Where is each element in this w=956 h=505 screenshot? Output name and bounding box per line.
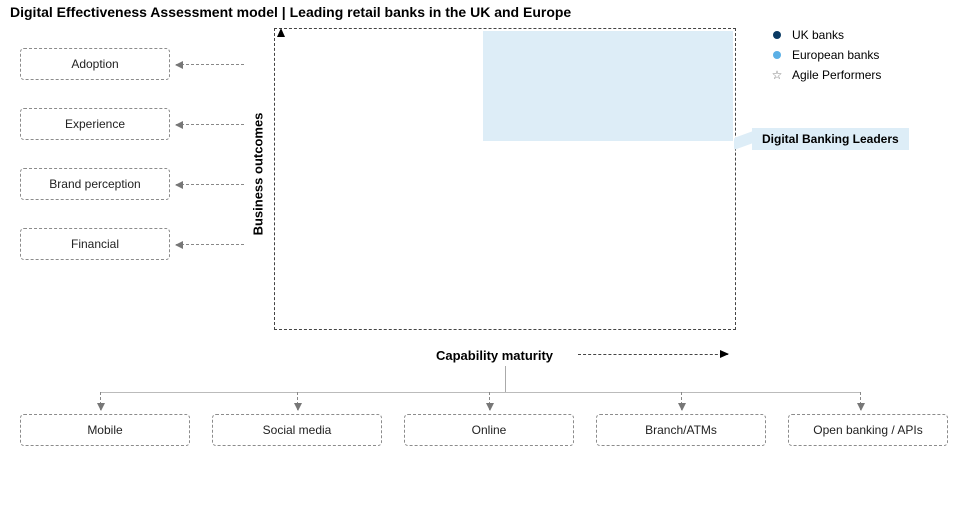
outcome-label: Financial — [71, 237, 119, 251]
arrow-left-icon — [176, 244, 244, 246]
star-icon: ☆ — [770, 68, 784, 82]
arrow-left-icon — [176, 124, 244, 126]
capability-label: Branch/ATMs — [645, 423, 717, 437]
arrow-down-icon — [860, 392, 862, 410]
diagram-root: Digital Effectiveness Assessment model |… — [0, 0, 956, 505]
y-axis-label: Business outcomes — [251, 113, 266, 236]
axis-connector-vline — [505, 366, 506, 392]
capability-box-branch: Branch/ATMs — [596, 414, 766, 446]
outcome-label: Experience — [65, 117, 125, 131]
arrow-left-icon — [176, 64, 244, 66]
legend-label: Agile Performers — [792, 68, 881, 82]
capability-box-openbanking: Open banking / APIs — [788, 414, 948, 446]
outcome-label: Brand perception — [49, 177, 140, 191]
outcome-box-adoption: Adoption — [20, 48, 170, 80]
legend-item-eu: European banks — [770, 48, 881, 62]
legend: UK banks European banks ☆ Agile Performe… — [770, 28, 881, 88]
leaders-zone-label: Digital Banking Leaders — [752, 128, 909, 150]
legend-label: UK banks — [792, 28, 844, 42]
legend-label: European banks — [792, 48, 879, 62]
diagram-title: Digital Effectiveness Assessment model |… — [10, 4, 571, 20]
capability-spread-line — [100, 392, 860, 393]
leaders-zone — [483, 31, 733, 141]
arrow-down-icon — [297, 392, 299, 410]
arrow-down-icon — [100, 392, 102, 410]
arrow-down-icon — [489, 392, 491, 410]
capability-box-online: Online — [404, 414, 574, 446]
arrow-left-icon — [176, 184, 244, 186]
outcome-box-experience: Experience — [20, 108, 170, 140]
arrow-down-icon — [681, 392, 683, 410]
capability-label: Online — [472, 423, 507, 437]
outcome-label: Adoption — [71, 57, 118, 71]
outcome-box-financial: Financial — [20, 228, 170, 260]
capability-box-social: Social media — [212, 414, 382, 446]
legend-item-uk: UK banks — [770, 28, 881, 42]
capability-label: Open banking / APIs — [813, 423, 922, 437]
capability-label: Social media — [263, 423, 332, 437]
matrix-panel — [274, 28, 736, 330]
dot-light-icon — [770, 48, 784, 62]
arrow-right-icon — [578, 354, 728, 356]
capability-label: Mobile — [87, 423, 122, 437]
x-axis-label: Capability maturity — [436, 348, 553, 363]
outcome-box-brand: Brand perception — [20, 168, 170, 200]
capability-box-mobile: Mobile — [20, 414, 190, 446]
legend-item-agile: ☆ Agile Performers — [770, 68, 881, 82]
dot-dark-icon — [770, 28, 784, 42]
